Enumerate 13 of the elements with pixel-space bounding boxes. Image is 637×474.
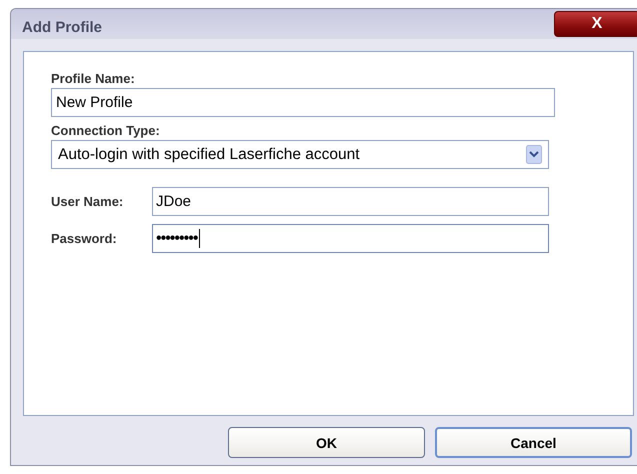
field-label: User Name:	[51, 192, 124, 210]
window-title: Add Profile	[21, 18, 102, 36]
caret-icon	[526, 145, 542, 164]
dropdown[interactable]: Auto-login with specified Laserfiche account	[51, 140, 549, 169]
field-label: Connection Type:	[51, 122, 161, 140]
field-label: Password:	[51, 230, 118, 248]
input-field[interactable]: JDoe	[152, 187, 549, 216]
dialog-button[interactable]: OK	[228, 427, 425, 458]
dialog-button[interactable]: Cancel	[435, 427, 632, 458]
input-field[interactable]: New Profile	[51, 88, 555, 117]
close-button[interactable]: X	[554, 11, 637, 37]
field-label: Profile Name:	[51, 70, 136, 88]
password-field[interactable]: •••••••••	[152, 224, 549, 253]
